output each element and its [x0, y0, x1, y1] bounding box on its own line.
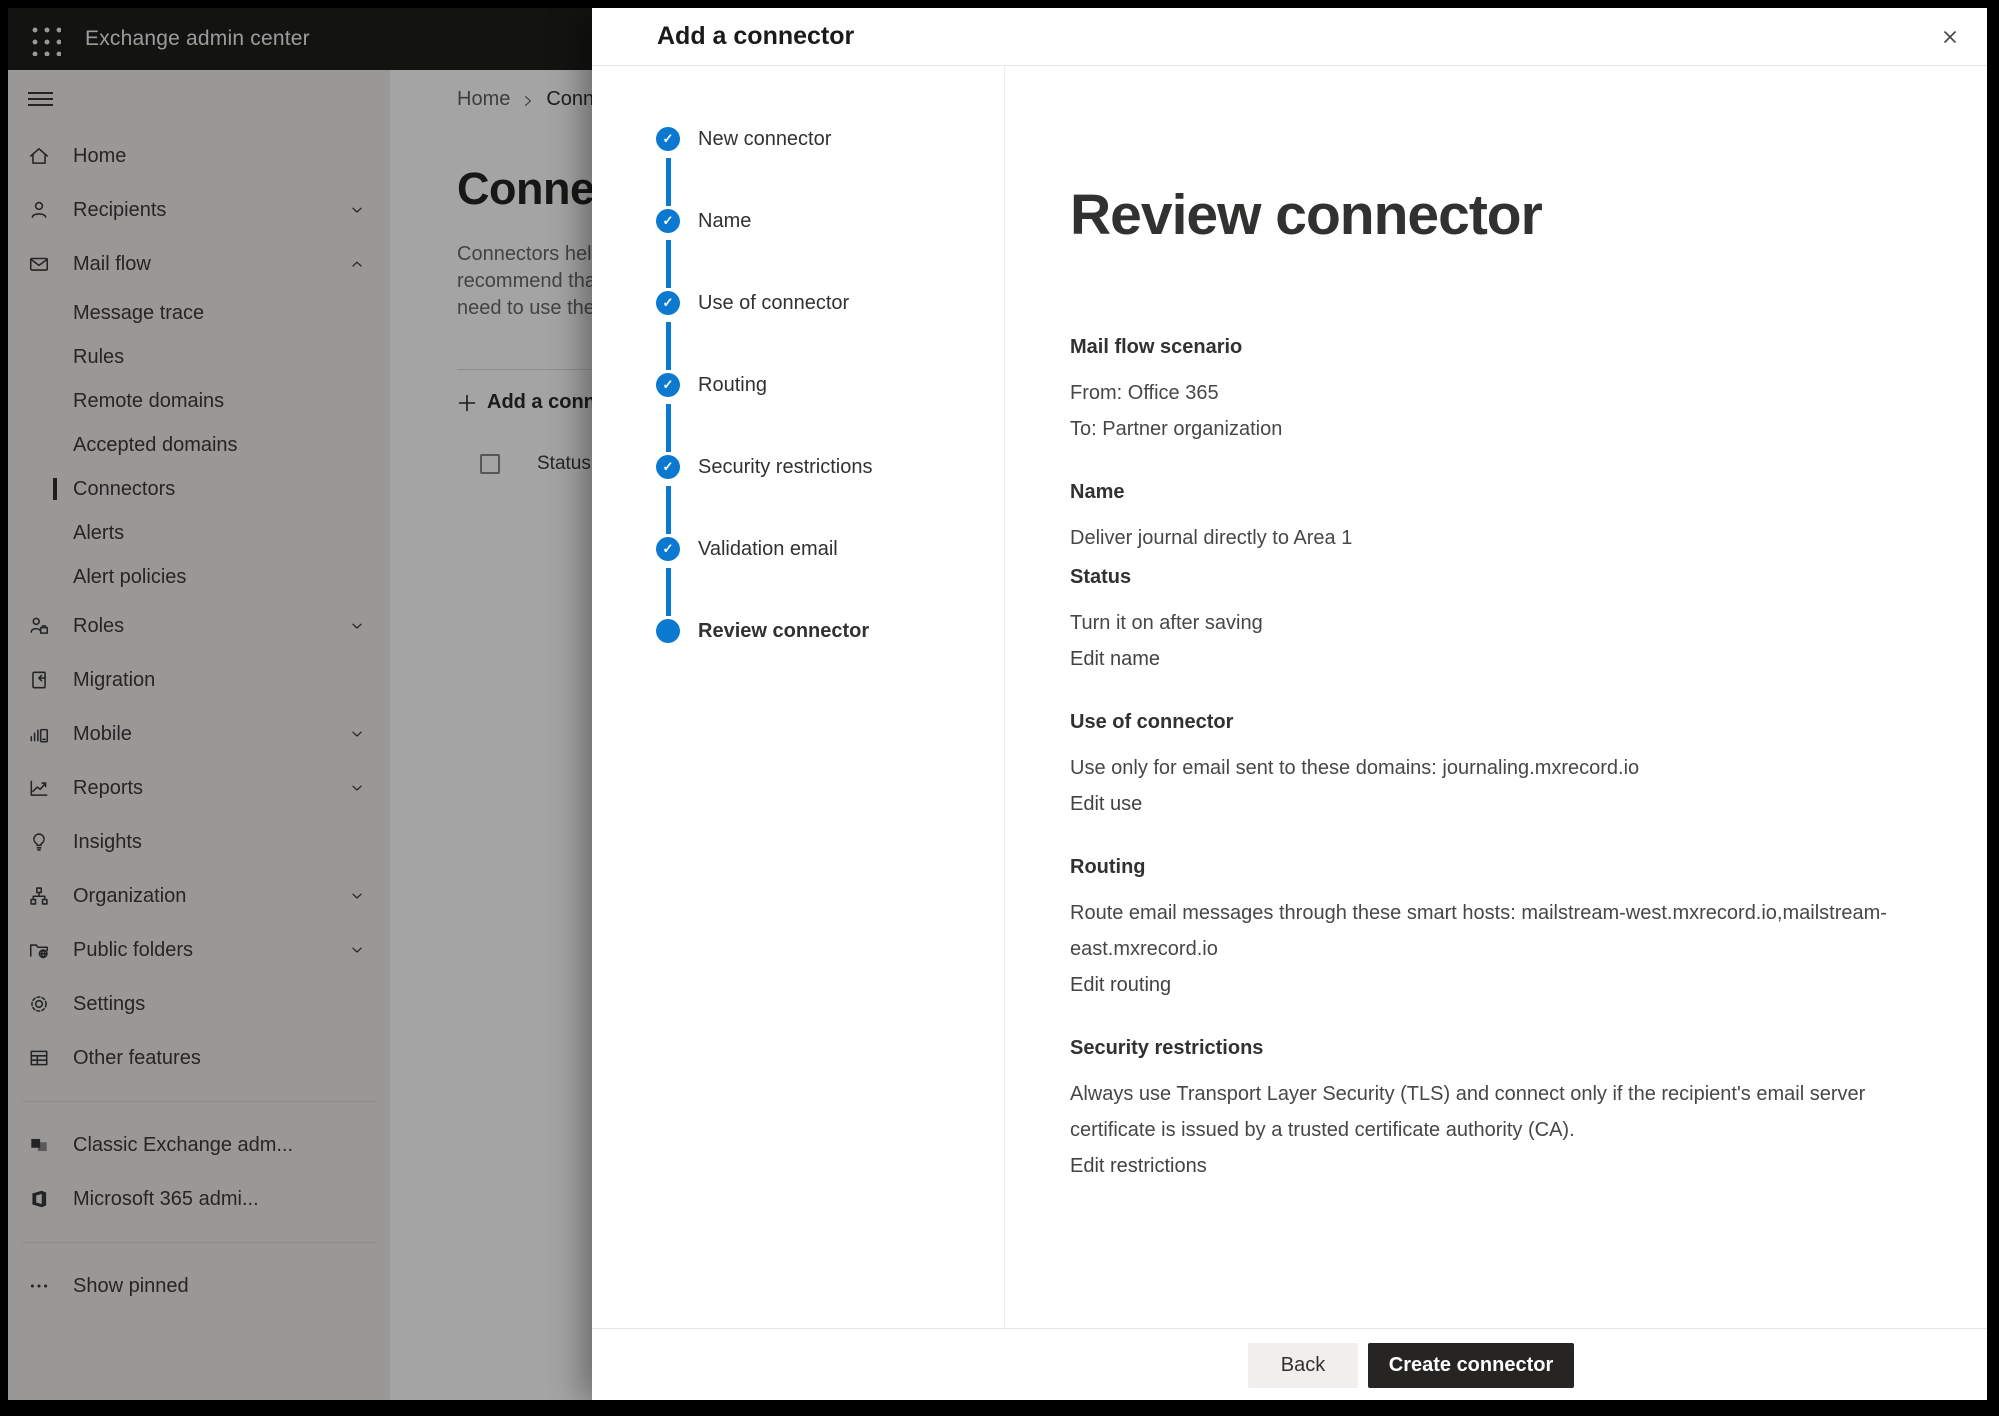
edit-restrictions-link[interactable]: Edit restrictions: [1070, 1148, 1207, 1184]
close-icon: [1940, 27, 1960, 47]
step-complete-check-icon: ✓: [656, 373, 680, 397]
mail-flow-to: To: Partner organization: [1070, 411, 1947, 447]
step-validation-email[interactable]: ✓ Validation email: [656, 537, 1004, 619]
panel-header: Add a connector: [592, 8, 1987, 66]
add-connector-panel: Add a connector ✓ New connector ✓: [592, 8, 1987, 1400]
panel-footer: Back Create connector: [592, 1328, 1987, 1400]
step-current-dot-icon: [656, 619, 680, 643]
routing-value: Route email messages through these smart…: [1070, 895, 1947, 967]
step-complete-check-icon: ✓: [656, 209, 680, 233]
edit-use-link[interactable]: Edit use: [1070, 786, 1142, 822]
review-connector-pane: Review connector Mail flow scenario From…: [1005, 66, 1987, 1328]
step-complete-check-icon: ✓: [656, 291, 680, 315]
wizard-steps-rail: ✓ New connector ✓ Name ✓ Use of connecto…: [592, 66, 1005, 1328]
status-value: Turn it on after saving: [1070, 605, 1947, 641]
security-restrictions-section: Security restrictions Always use Transpo…: [1070, 1037, 1947, 1184]
use-value: Use only for email sent to these domains…: [1070, 750, 1947, 786]
connector-name-value: Deliver journal directly to Area 1: [1070, 520, 1947, 556]
step-complete-check-icon: ✓: [656, 127, 680, 151]
routing-section: Routing Route email messages through the…: [1070, 856, 1947, 1003]
name-status-section: Name Deliver journal directly to Area 1 …: [1070, 481, 1947, 677]
step-security-restrictions[interactable]: ✓ Security restrictions: [656, 455, 1004, 537]
step-complete-check-icon: ✓: [656, 537, 680, 561]
step-name[interactable]: ✓ Name: [656, 209, 1004, 291]
step-routing[interactable]: ✓ Routing: [656, 373, 1004, 455]
edit-routing-link[interactable]: Edit routing: [1070, 967, 1171, 1003]
edit-name-link[interactable]: Edit name: [1070, 641, 1160, 677]
step-review-connector[interactable]: Review connector: [656, 619, 1004, 701]
panel-title: Add a connector: [657, 22, 854, 51]
create-connector-button[interactable]: Create connector: [1368, 1343, 1574, 1388]
review-title: Review connector: [1070, 184, 1947, 246]
step-complete-check-icon: ✓: [656, 455, 680, 479]
security-value: Always use Transport Layer Security (TLS…: [1070, 1076, 1947, 1148]
exchange-admin-app: Exchange admin center Home Recipients: [8, 8, 1987, 1400]
step-new-connector[interactable]: ✓ New connector: [656, 127, 1004, 209]
use-of-connector-section: Use of connector Use only for email sent…: [1070, 711, 1947, 822]
close-button[interactable]: [1935, 22, 1965, 52]
back-button[interactable]: Back: [1248, 1343, 1358, 1388]
step-use-of-connector[interactable]: ✓ Use of connector: [656, 291, 1004, 373]
mail-flow-from: From: Office 365: [1070, 375, 1947, 411]
screenshot-frame: Exchange admin center Home Recipients: [0, 0, 1999, 1416]
mail-flow-scenario-section: Mail flow scenario From: Office 365 To: …: [1070, 336, 1947, 447]
